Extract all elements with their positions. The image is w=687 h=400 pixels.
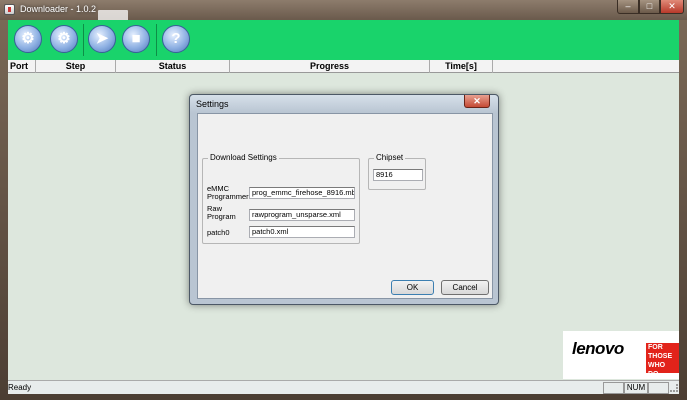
chipset-legend: Chipset	[374, 153, 406, 162]
column-port[interactable]: Port	[8, 60, 36, 73]
patch0-field[interactable]: patch0.xml	[249, 226, 355, 238]
dialog-body: Download Settings eMMC Programmer prog_e…	[197, 113, 493, 299]
toolbar-separator	[83, 24, 84, 56]
cancel-button[interactable]: Cancel	[441, 280, 489, 295]
chipset-field[interactable]: 8916	[373, 169, 423, 181]
status-panel-num: NUM	[624, 382, 648, 394]
ok-button[interactable]: OK	[391, 280, 434, 295]
status-text: Ready	[8, 383, 32, 392]
tagline-line: THOSE	[648, 353, 673, 360]
status-panel-scroll	[648, 382, 669, 394]
title-bar[interactable]: Downloader - 1.0.2 – □ ✕	[0, 0, 687, 22]
toolbar-separator	[156, 24, 157, 56]
logo-wordmark: lenovo	[572, 339, 624, 358]
download-settings-legend: Download Settings	[208, 153, 279, 162]
close-button[interactable]: ✕	[660, 0, 684, 14]
status-panel-caps	[603, 382, 624, 394]
tagline-line: WHO DO.	[648, 362, 666, 378]
column-progress[interactable]: Progress	[230, 60, 430, 73]
stop-icon[interactable]: ■	[122, 25, 150, 53]
dialog-title-bar[interactable]: Settings ✕	[190, 95, 498, 113]
column-step[interactable]: Step	[36, 60, 116, 73]
label-line: Programmer	[207, 192, 249, 201]
raw-program-field[interactable]: rawprogram_unsparse.xml	[249, 209, 355, 221]
dialog-close-button[interactable]: ✕	[464, 95, 490, 108]
logo-tagline: FOR THOSE WHO DO.	[646, 343, 679, 378]
column-status[interactable]: Status	[116, 60, 230, 73]
patch0-label: patch0	[207, 229, 230, 237]
status-bar: Ready NUM	[8, 380, 679, 394]
downloader-window: Downloader - 1.0.2 – □ ✕ ⚙ ⚙ ➤ ■ ? Port …	[0, 0, 687, 400]
resize-grip[interactable]	[670, 384, 678, 392]
dialog-title: Settings	[196, 99, 229, 109]
chipset-group: Chipset 8916	[368, 153, 426, 190]
app-icon	[4, 4, 15, 15]
window-title: Downloader - 1.0.2	[20, 4, 97, 14]
download-settings-group: Download Settings eMMC Programmer prog_e…	[202, 153, 360, 244]
maximize-button[interactable]: □	[639, 0, 660, 14]
column-time[interactable]: Time[s]	[430, 60, 493, 73]
emmc-programmer-field[interactable]: prog_emmc_firehose_8916.mbn	[249, 187, 355, 199]
lenovo-logo: lenovo FOR THOSE WHO DO.	[563, 331, 679, 379]
minimize-button[interactable]: –	[617, 0, 639, 14]
label-line: patch0	[207, 228, 230, 237]
tagline-line: FOR	[648, 344, 663, 351]
toolbar: ⚙ ⚙ ➤ ■ ?	[8, 20, 679, 60]
label-line: Program	[207, 212, 236, 221]
settings-gear-icon[interactable]: ⚙	[14, 25, 42, 53]
config-gears-icon[interactable]: ⚙	[50, 25, 78, 53]
emmc-programmer-label: eMMC Programmer	[207, 185, 249, 201]
raw-program-label: Raw Program	[207, 205, 236, 221]
start-download-icon[interactable]: ➤	[88, 25, 116, 53]
help-icon[interactable]: ?	[162, 25, 190, 53]
list-header: Port Step Status Progress Time[s]	[8, 60, 679, 73]
settings-dialog: Settings ✕ Download Settings eMMC Progra…	[189, 94, 499, 305]
